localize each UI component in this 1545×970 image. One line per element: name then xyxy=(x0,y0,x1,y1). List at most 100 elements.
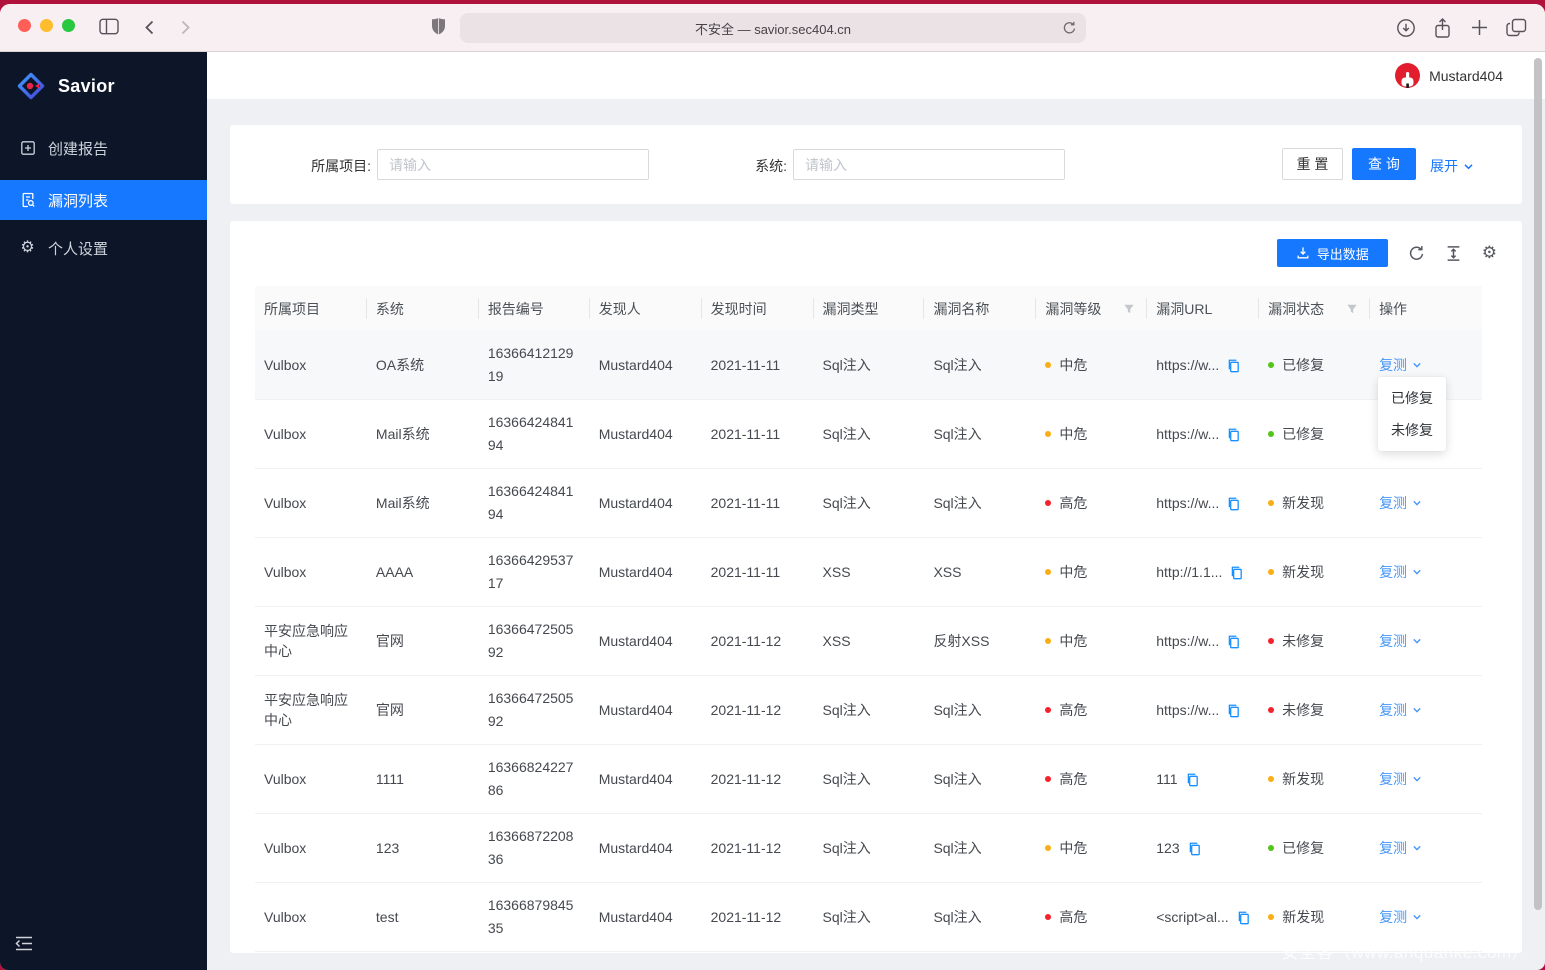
cell-date: 2021-11-11 xyxy=(702,469,814,537)
date-value: 2021-11-12 xyxy=(711,633,782,649)
cell-vuln-name: XSS xyxy=(924,538,1036,606)
copy-url-icon[interactable] xyxy=(1229,565,1244,580)
tab-overview-icon[interactable] xyxy=(1506,18,1527,42)
table-row: 平安应急响应中心官网1636647250592Mustard4042021-11… xyxy=(255,607,1482,676)
sidebar-item-创建报告[interactable]: 创建报告 xyxy=(0,128,207,168)
url-bar[interactable]: 不安全 — savior.sec404.cn xyxy=(460,13,1086,43)
project-value: Vulbox xyxy=(264,840,306,856)
vulnerability-table: 所属项目系统报告编号发现人发现时间漏洞类型漏洞名称漏洞等级漏洞URL漏洞状态操作… xyxy=(255,286,1482,952)
vuln-name-value: Sql注入 xyxy=(933,424,981,444)
retest-action-link[interactable]: 复测 xyxy=(1379,493,1422,513)
collapse-sidebar-icon[interactable] xyxy=(15,936,33,956)
filter-funnel-icon[interactable] xyxy=(1123,303,1135,315)
close-window-button[interactable] xyxy=(18,19,31,32)
username[interactable]: Mustard404 xyxy=(1429,68,1503,84)
system-value: 官网 xyxy=(376,631,404,651)
retest-action-link[interactable]: 复测 xyxy=(1379,838,1422,858)
status-value: 已修复 xyxy=(1282,838,1324,858)
scrollbar-thumb[interactable] xyxy=(1534,58,1542,910)
retest-action-link[interactable]: 复测 xyxy=(1379,631,1422,651)
column-header-label: 所属项目 xyxy=(264,299,320,319)
retest-label: 复测 xyxy=(1379,838,1407,858)
cell-finder: Mustard404 xyxy=(590,607,702,675)
copy-url-icon[interactable] xyxy=(1236,910,1251,925)
cell-vuln-name: Sql注入 xyxy=(924,331,1036,399)
sidebar-toggle-icon[interactable] xyxy=(99,18,119,40)
minimize-window-button[interactable] xyxy=(40,19,53,32)
cell-report-id: 1636687220836 xyxy=(479,814,590,882)
vuln-type-value: Sql注入 xyxy=(823,355,871,375)
project-value: Vulbox xyxy=(264,771,306,787)
retest-action-link[interactable]: 复测 xyxy=(1379,355,1422,375)
back-icon[interactable] xyxy=(142,19,158,41)
status-value: 已修复 xyxy=(1282,355,1324,375)
cell-project: Vulbox xyxy=(255,538,367,606)
column-header-label: 系统 xyxy=(376,299,404,319)
retest-dropdown-option[interactable]: 已修复 xyxy=(1378,382,1446,414)
vulnerability-table-panel: 导出数据 ⚙ 所属项目系统报告编号发现人发现时间漏洞类型漏洞名称漏洞等级漏洞UR… xyxy=(230,221,1522,953)
table-settings-gear-icon[interactable]: ⚙ xyxy=(1482,243,1497,263)
copy-url-icon[interactable] xyxy=(1226,703,1241,718)
logo-diamond-icon xyxy=(17,72,45,100)
row-height-icon[interactable] xyxy=(1445,245,1462,262)
url-value: https://w... xyxy=(1156,495,1219,511)
table-row: VulboxAAAA1636642953717Mustard4042021-11… xyxy=(255,538,1482,607)
date-value: 2021-11-11 xyxy=(711,357,781,373)
avatar[interactable] xyxy=(1395,63,1420,88)
sidebar-item-个人设置[interactable]: ⚙个人设置 xyxy=(0,228,207,268)
date-value: 2021-11-12 xyxy=(711,909,782,925)
share-icon[interactable] xyxy=(1433,18,1452,44)
browser-chrome: 不安全 — savior.sec404.cn xyxy=(0,4,1545,52)
sidebar: Savior 创建报告漏洞列表⚙个人设置 xyxy=(0,52,207,970)
copy-url-icon[interactable] xyxy=(1226,496,1241,511)
query-button[interactable]: 查 询 xyxy=(1352,148,1416,180)
level-value: 中危 xyxy=(1059,562,1087,582)
copy-url-icon[interactable] xyxy=(1187,841,1202,856)
level-dot-icon xyxy=(1045,569,1051,575)
retest-action-link[interactable]: 复测 xyxy=(1379,769,1422,789)
cell-system: test xyxy=(367,883,479,951)
system-filter-input[interactable] xyxy=(793,149,1065,180)
status-value: 新发现 xyxy=(1282,769,1324,789)
retest-action-link[interactable]: 复测 xyxy=(1379,907,1422,927)
chevron-down-icon xyxy=(1412,636,1422,646)
vuln-type-value: Sql注入 xyxy=(823,424,871,444)
cell-vuln-name: Sql注入 xyxy=(924,400,1036,468)
copy-url-icon[interactable] xyxy=(1226,358,1241,373)
project-filter-input[interactable] xyxy=(377,149,649,180)
chevron-down-icon xyxy=(1412,705,1422,715)
cell-vuln-url: https://w... xyxy=(1147,331,1259,399)
vuln-name-value: Sql注入 xyxy=(933,907,981,927)
cell-actions: 复测 xyxy=(1370,745,1482,813)
new-tab-icon[interactable] xyxy=(1470,18,1489,42)
cell-vuln-level: 高危 xyxy=(1036,469,1147,537)
retest-action-link[interactable]: 复测 xyxy=(1379,562,1422,582)
chevron-down-icon xyxy=(1412,843,1422,853)
expand-filters-link[interactable]: 展开 xyxy=(1430,156,1474,176)
copy-url-icon[interactable] xyxy=(1226,427,1241,442)
finder-value: Mustard404 xyxy=(599,426,673,442)
copy-url-icon[interactable] xyxy=(1185,772,1200,787)
downloads-icon[interactable] xyxy=(1396,18,1416,43)
sidebar-item-label: 个人设置 xyxy=(48,238,108,259)
forward-icon[interactable] xyxy=(177,19,193,41)
filter-funnel-icon[interactable] xyxy=(1346,303,1358,315)
status-value: 未修复 xyxy=(1282,631,1324,651)
reset-button[interactable]: 重 置 xyxy=(1282,148,1343,180)
export-data-button[interactable]: 导出数据 xyxy=(1277,239,1388,267)
finder-value: Mustard404 xyxy=(599,357,673,373)
level-dot-icon xyxy=(1045,845,1051,851)
reload-icon[interactable] xyxy=(1062,20,1077,39)
retest-dropdown-option[interactable]: 未修复 xyxy=(1378,414,1446,446)
cell-vuln-type: Sql注入 xyxy=(814,745,925,813)
copy-url-icon[interactable] xyxy=(1226,634,1241,649)
column-header-label: 漏洞名称 xyxy=(933,299,989,319)
refresh-icon[interactable] xyxy=(1408,245,1425,262)
column-header: 漏洞名称 xyxy=(924,286,1036,331)
retest-action-link[interactable]: 复测 xyxy=(1379,700,1422,720)
level-dot-icon xyxy=(1045,914,1051,920)
fullscreen-window-button[interactable] xyxy=(62,19,75,32)
sidebar-item-漏洞列表[interactable]: 漏洞列表 xyxy=(0,180,207,220)
column-header: 发现时间 xyxy=(702,286,814,331)
privacy-shield-icon[interactable] xyxy=(430,17,447,43)
